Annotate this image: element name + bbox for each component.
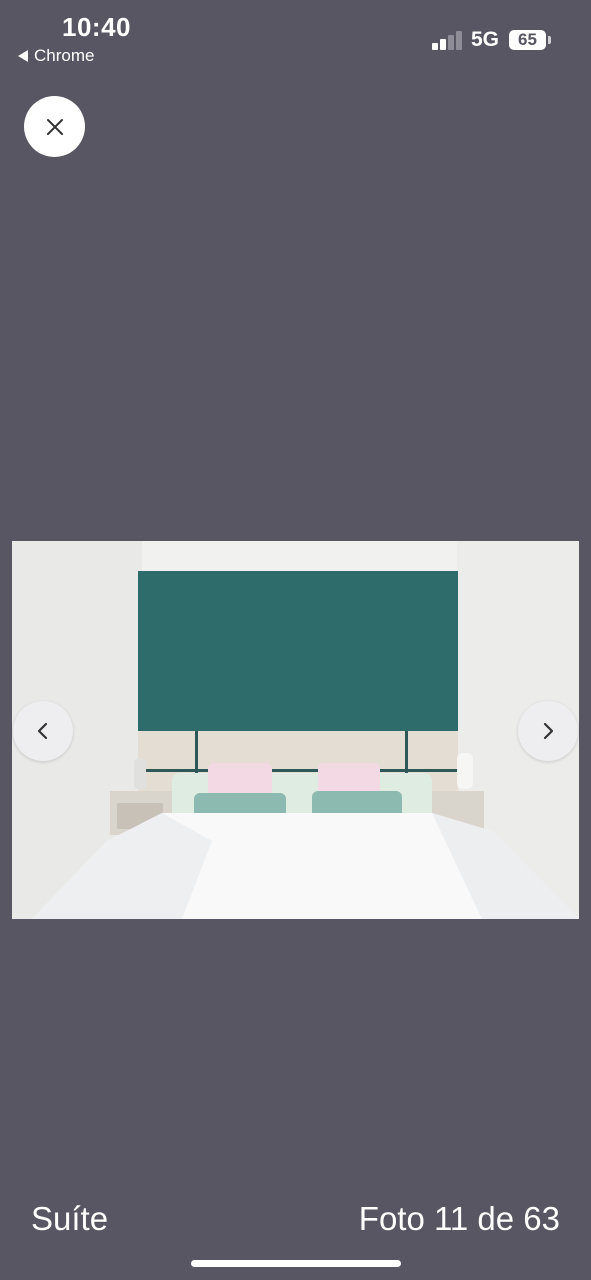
- photo-caption: Suíte: [31, 1200, 109, 1237]
- battery-cap: [548, 36, 551, 44]
- home-indicator[interactable]: [191, 1260, 401, 1267]
- network-type: 5G: [471, 28, 500, 51]
- battery-icon: 65: [509, 30, 546, 50]
- back-triangle-icon: [18, 50, 28, 62]
- signal-icon: [432, 30, 464, 50]
- chevron-right-icon: [543, 722, 554, 740]
- photo-counter: Foto 11 de 63: [358, 1200, 560, 1237]
- close-button[interactable]: [24, 96, 85, 157]
- bedroom-photo: [12, 541, 579, 919]
- previous-photo-button[interactable]: [13, 701, 73, 761]
- back-to-app-link[interactable]: Chrome: [18, 46, 94, 66]
- next-photo-button[interactable]: [518, 701, 578, 761]
- chevron-left-icon: [37, 722, 48, 740]
- status-bar: 10:40 Chrome 5G 65: [0, 0, 591, 80]
- close-icon: [46, 118, 63, 135]
- back-app-label: Chrome: [34, 46, 95, 65]
- status-time: 10:40: [62, 12, 131, 42]
